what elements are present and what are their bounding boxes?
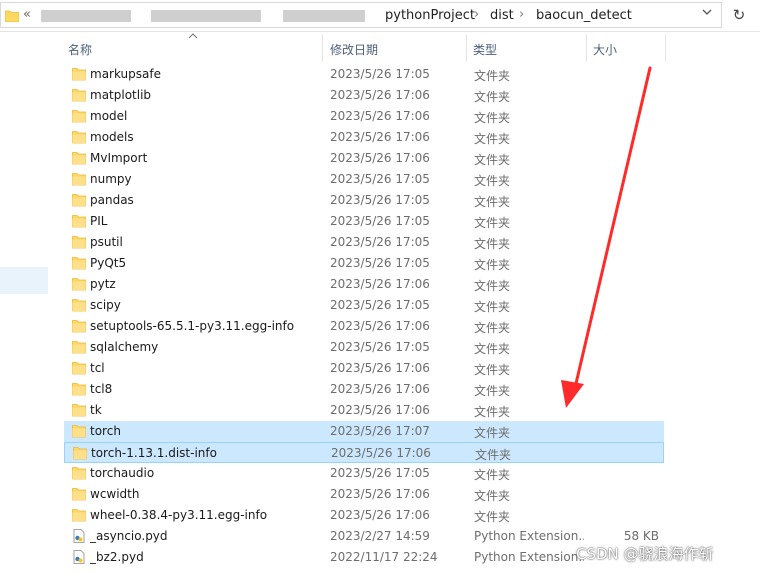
watermark-text: CSDN @骁浪海作斩 [576, 545, 714, 563]
annotation-arrow [561, 66, 652, 408]
